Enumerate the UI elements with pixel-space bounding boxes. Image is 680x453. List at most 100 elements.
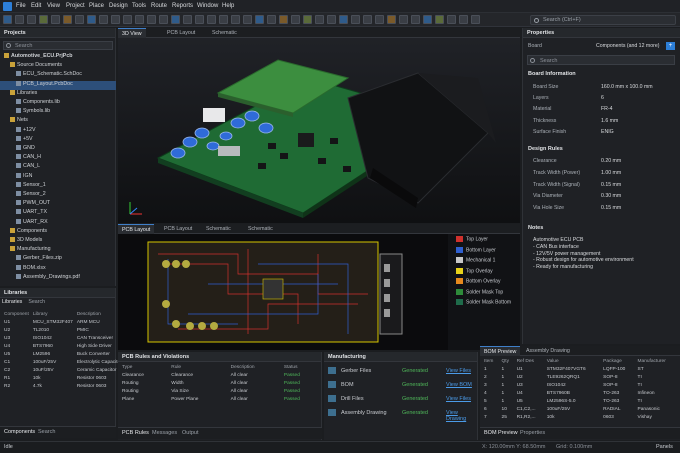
menu-window[interactable]: Window bbox=[197, 3, 218, 9]
layer-item[interactable]: Solder Mask Top bbox=[456, 288, 520, 300]
table-row[interactable]: 5 1 U5 LM2596S-5.0 TO-263 TI bbox=[482, 397, 678, 405]
editor-tab[interactable]: Assembly Drawing bbox=[522, 346, 574, 356]
property-value[interactable]: 160.0 mm x 100.0 mm bbox=[601, 84, 653, 90]
project-tree-item[interactable]: Sensor_2 bbox=[0, 191, 116, 200]
view-output-link[interactable]: View Files bbox=[446, 368, 471, 374]
toolbar-tool-icon[interactable] bbox=[147, 15, 156, 24]
toolbar-tool-icon[interactable] bbox=[447, 15, 456, 24]
menu-edit[interactable]: Edit bbox=[31, 3, 41, 9]
table-row[interactable]: C1 100uF/25V Electrolytic Capacitor bbox=[2, 358, 124, 366]
toolbar-tool-icon[interactable] bbox=[435, 15, 444, 24]
menu-project[interactable]: Project bbox=[66, 3, 85, 9]
toolbar-tool-icon[interactable] bbox=[459, 15, 468, 24]
view-output-link[interactable]: View BOM bbox=[446, 382, 472, 388]
projects-search-input[interactable]: Search bbox=[3, 41, 113, 50]
view-output-link[interactable]: View Drawing bbox=[446, 410, 476, 422]
menu-reports[interactable]: Reports bbox=[172, 3, 193, 9]
bom-column-header[interactable]: Ref Des bbox=[515, 357, 545, 365]
table-row[interactable]: R2 4.7k Resistor 0603 bbox=[2, 382, 124, 390]
toolbar-tool-icon[interactable] bbox=[195, 15, 204, 24]
project-tree-item[interactable]: 3D Models bbox=[0, 237, 116, 246]
toolbar-tool-icon[interactable] bbox=[315, 15, 324, 24]
layer-item[interactable]: Solder Mask Bottom bbox=[456, 299, 520, 310]
toolbar-tool-icon[interactable] bbox=[387, 15, 396, 24]
toolbar-tool-icon[interactable] bbox=[15, 15, 24, 24]
toolbar-tool-icon[interactable] bbox=[303, 15, 312, 24]
table-row[interactable]: 3 1 U3 ISO1042 SOP-8 TI bbox=[482, 381, 678, 389]
bom-column-header[interactable]: Package bbox=[601, 357, 635, 365]
table-row[interactable]: Routing Width All clear Passed bbox=[120, 379, 320, 387]
toolbar-tool-icon[interactable] bbox=[123, 15, 132, 24]
project-tree-item[interactable]: Gerber_Files.zip bbox=[0, 255, 116, 264]
view-output-link[interactable]: View Files bbox=[446, 396, 471, 402]
project-tree-item[interactable]: Source Documents bbox=[0, 62, 116, 71]
toolbar-tool-icon[interactable] bbox=[87, 15, 96, 24]
editor-tab[interactable]: 3D View bbox=[118, 28, 146, 38]
property-value[interactable]: 1.6 mm bbox=[601, 118, 618, 124]
toolbar-tool-icon[interactable] bbox=[423, 15, 432, 24]
toolbar-tool-icon[interactable] bbox=[111, 15, 120, 24]
project-tree-item[interactable]: Automotive_ECU.PrjPcb bbox=[0, 53, 116, 62]
layer-item[interactable]: Bottom Layer bbox=[456, 246, 520, 258]
toolbar-tool-icon[interactable] bbox=[339, 15, 348, 24]
toolbar-tool-icon[interactable] bbox=[183, 15, 192, 24]
toolbar-tool-icon[interactable] bbox=[279, 15, 288, 24]
pcb-layout-panel[interactable]: PCB Layout PCB Layout Schematic Schematic T… bbox=[118, 224, 520, 350]
project-tree-item[interactable]: Libraries bbox=[0, 90, 116, 99]
project-tree-item[interactable]: UART_TX bbox=[0, 209, 116, 218]
project-tree-item[interactable]: Symbols.lib bbox=[0, 108, 116, 117]
panels-button[interactable]: Panels bbox=[656, 444, 673, 450]
toolbar-tool-icon[interactable] bbox=[255, 15, 264, 24]
property-value[interactable]: 0.30 mm bbox=[601, 193, 621, 199]
editor-tab[interactable]: Schematic bbox=[202, 224, 235, 234]
project-tree-item[interactable]: ECU_Schematic.SchDoc bbox=[0, 71, 116, 80]
editor-tab[interactable]: PCB Layout bbox=[163, 28, 199, 38]
project-tree-item[interactable]: UART_RX bbox=[0, 219, 116, 228]
table-row[interactable]: U1 MCU_STM32F407 ARM MCU bbox=[2, 318, 124, 326]
rules-column-header[interactable]: Rule bbox=[169, 363, 228, 371]
project-tree-item[interactable]: Components.lib bbox=[0, 99, 116, 108]
table-row[interactable]: Routing Via Size All clear Passed bbox=[120, 387, 320, 395]
project-tree-item[interactable]: PCB_Layout.PcbDoc bbox=[0, 80, 116, 90]
table-row[interactable]: 7 25 R1,R2,... 10k 0603 Vishay bbox=[482, 413, 678, 421]
menu-tools[interactable]: Tools bbox=[132, 3, 146, 9]
project-tree-item[interactable]: +12V bbox=[0, 127, 116, 136]
panel-tab-messages[interactable]: Messages bbox=[152, 430, 177, 436]
layer-item[interactable]: Bottom Overlay bbox=[456, 278, 520, 289]
toolbar-tool-icon[interactable] bbox=[3, 15, 12, 24]
toolbar-tool-icon[interactable] bbox=[231, 15, 240, 24]
toolbar-tool-icon[interactable] bbox=[267, 15, 276, 24]
board-filter-select[interactable]: Components (and 12 more) bbox=[596, 43, 659, 49]
toolbar-tool-icon[interactable] bbox=[399, 15, 408, 24]
property-value[interactable]: 6 bbox=[601, 95, 604, 101]
property-value[interactable]: ENIG bbox=[601, 129, 614, 135]
panel-tab-components[interactable]: Components bbox=[4, 429, 35, 435]
table-row[interactable]: U5 LM2596 Buck Converter bbox=[2, 350, 124, 358]
menu-design[interactable]: Design bbox=[109, 3, 128, 9]
table-row[interactable]: U4 BTS7960 High Side Driver bbox=[2, 342, 124, 350]
menu-place[interactable]: Place bbox=[89, 3, 104, 9]
editor-tab[interactable]: BOM Preview bbox=[480, 346, 521, 356]
editor-tab[interactable]: PCB Layout bbox=[118, 224, 155, 234]
editor-tab[interactable]: Schematic bbox=[244, 224, 277, 234]
toolbar-tool-icon[interactable] bbox=[351, 15, 360, 24]
table-row[interactable]: 6 10 C1,C2,... 100uF/25V RADIAL Panasonic bbox=[482, 405, 678, 413]
layer-item[interactable]: Top Layer bbox=[456, 236, 520, 247]
rules-column-header[interactable]: Description bbox=[229, 363, 282, 371]
table-row[interactable]: C2 10uF/25V Ceramic Capacitor bbox=[2, 366, 124, 374]
panel-tab-search[interactable]: Search bbox=[38, 429, 55, 435]
property-value[interactable]: 1.00 mm bbox=[601, 170, 621, 176]
property-value[interactable]: 0.15 mm bbox=[601, 182, 621, 188]
toolbar-tool-icon[interactable] bbox=[159, 15, 168, 24]
library-column-header[interactable]: Description bbox=[75, 310, 124, 318]
panel-tab-bom-preview[interactable]: BOM Preview bbox=[484, 430, 518, 436]
property-value[interactable]: 0.15 mm bbox=[601, 205, 621, 211]
project-tree-item[interactable]: IGN bbox=[0, 173, 116, 182]
toolbar-tool-icon[interactable] bbox=[219, 15, 228, 24]
table-row[interactable]: 4 1 U4 BTS7960B TO-263 Infineon bbox=[482, 389, 678, 397]
3d-view-panel[interactable]: 3D View PCB Layout Schematic bbox=[118, 28, 520, 223]
table-row[interactable]: 2 1 U2 TLE9262QRQ1 SOP-8 TI bbox=[482, 373, 678, 381]
project-tree-item[interactable]: Sensor_1 bbox=[0, 182, 116, 191]
menu-route[interactable]: Route bbox=[151, 3, 167, 9]
table-row[interactable]: R1 10k Resistor 0603 bbox=[2, 374, 124, 382]
